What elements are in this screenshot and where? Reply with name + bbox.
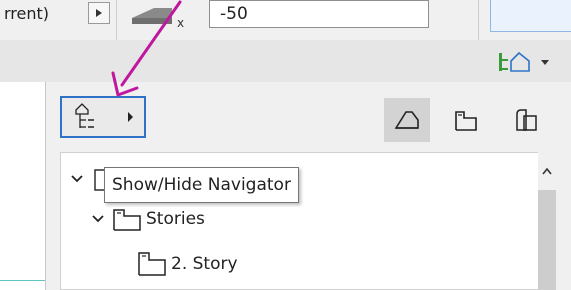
play-icon [96,9,102,17]
chevron-down-icon[interactable] [70,172,84,186]
tree-item-label: Stories [146,209,205,229]
top-label: rrent) [4,4,50,23]
separator [116,0,117,40]
layout-book-button[interactable] [506,98,546,142]
layout-book-icon [516,109,537,131]
navigator-dropdown-button[interactable] [495,49,555,75]
view-map-icon [455,111,477,131]
left-pane [0,82,45,290]
show-hide-navigator-button[interactable] [60,96,146,138]
top-right-button[interactable] [490,0,571,32]
story-icon [138,252,166,276]
view-map-button[interactable] [446,98,486,142]
navigator-tree-icon [75,103,133,128]
tree-item-stories[interactable]: Stories [90,206,205,232]
scroll-up-icon[interactable] [541,166,553,176]
scrollbar-thumb[interactable] [538,190,556,290]
navigator-mode-icon [499,51,530,72]
story-icon [113,209,141,231]
chevron-down-icon [92,215,104,223]
tree-item-label: 2. Story [171,254,238,274]
play-button[interactable] [88,2,110,24]
elevation-icon: x [132,8,184,30]
chevron-down-icon [541,60,549,65]
project-map-button[interactable] [384,98,430,142]
top-toolbar: rrent) x [0,0,571,40]
offset-input[interactable] [209,0,429,28]
svg-text:x: x [177,16,184,30]
navigator-tooltip: Show/Hide Navigator [104,167,299,203]
secondary-toolbar [0,40,571,82]
chevron-right-icon [128,112,133,122]
separator [478,0,479,40]
project-map-icon [394,111,419,129]
tree-item-2-story[interactable]: 2. Story [133,249,238,279]
left-pane-line [0,280,45,281]
